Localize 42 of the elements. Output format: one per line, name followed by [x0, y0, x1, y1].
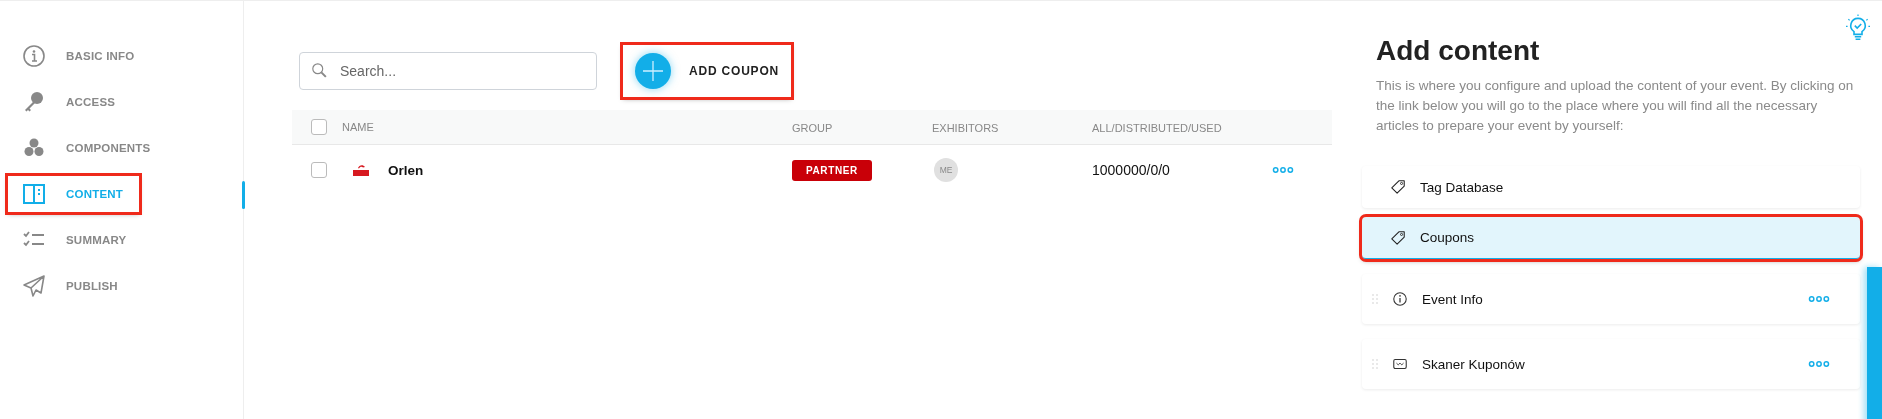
content-link[interactable]: Event Info: [1362, 274, 1860, 324]
sidebar-item[interactable]: CONTENT: [8, 176, 139, 212]
lightbulb-icon[interactable]: [1846, 13, 1870, 43]
content-item-label: Coupons: [1420, 230, 1476, 245]
search-icon: [311, 62, 329, 80]
more-icon[interactable]: [1272, 166, 1294, 174]
panel-description: This is where you configure and upload the content of your event. By clicking on the link below you will go to the place where you will find all the necessary articles to prepare your event by yourself:: [1376, 77, 1855, 135]
column-header: GROUP: [792, 122, 833, 134]
group-tag: PARTNER: [792, 159, 872, 181]
sidebar-item[interactable]: ACCESS: [8, 84, 126, 120]
sidebar-item[interactable]: PUBLISH: [8, 268, 128, 304]
info-icon: [22, 44, 46, 68]
coupon-counts: 1000000/0/0: [1092, 162, 1170, 178]
sidebar-item[interactable]: BASIC INFO: [8, 38, 145, 74]
column-header: ALL/DISTRIBUTED/USED: [1092, 122, 1222, 134]
content-item-label: Tag Database: [1420, 179, 1505, 195]
search-field[interactable]: Search...: [299, 52, 597, 90]
more-icon[interactable]: [1808, 360, 1830, 368]
sidebar-item[interactable]: COMPONENTS: [8, 130, 161, 166]
column-header: EXHIBITORS: [932, 122, 999, 134]
logo-icon: [352, 163, 370, 177]
panel-title: Add content: [1376, 35, 1541, 67]
exhibitor-avatar: ME: [934, 158, 958, 182]
tag-icon: [1390, 179, 1406, 195]
info-icon: [1392, 291, 1408, 307]
content-link[interactable]: Tag Database: [1362, 166, 1860, 208]
add-coupon-button[interactable]: ADD COUPON: [623, 45, 791, 97]
content-item-label: Skaner Kuponów: [1422, 356, 1526, 372]
split-panel-icon: [22, 182, 46, 206]
paper-plane-icon: [22, 274, 46, 298]
content-item-label: Event Info: [1422, 291, 1484, 307]
content-link[interactable]: Skaner Kuponów: [1362, 339, 1860, 389]
row-checkbox[interactable]: [311, 162, 327, 178]
scanner-icon: [1392, 356, 1408, 372]
select-all-checkbox[interactable]: [311, 119, 327, 135]
sidebar-item[interactable]: SUMMARY: [8, 222, 137, 258]
tag-icon: [1390, 229, 1406, 246]
more-icon[interactable]: [1808, 295, 1830, 303]
plus-icon: [635, 53, 671, 89]
column-header: NAME: [342, 121, 374, 133]
coupon-name: Orlen: [388, 162, 424, 178]
content-link[interactable]: Coupons: [1362, 217, 1860, 259]
